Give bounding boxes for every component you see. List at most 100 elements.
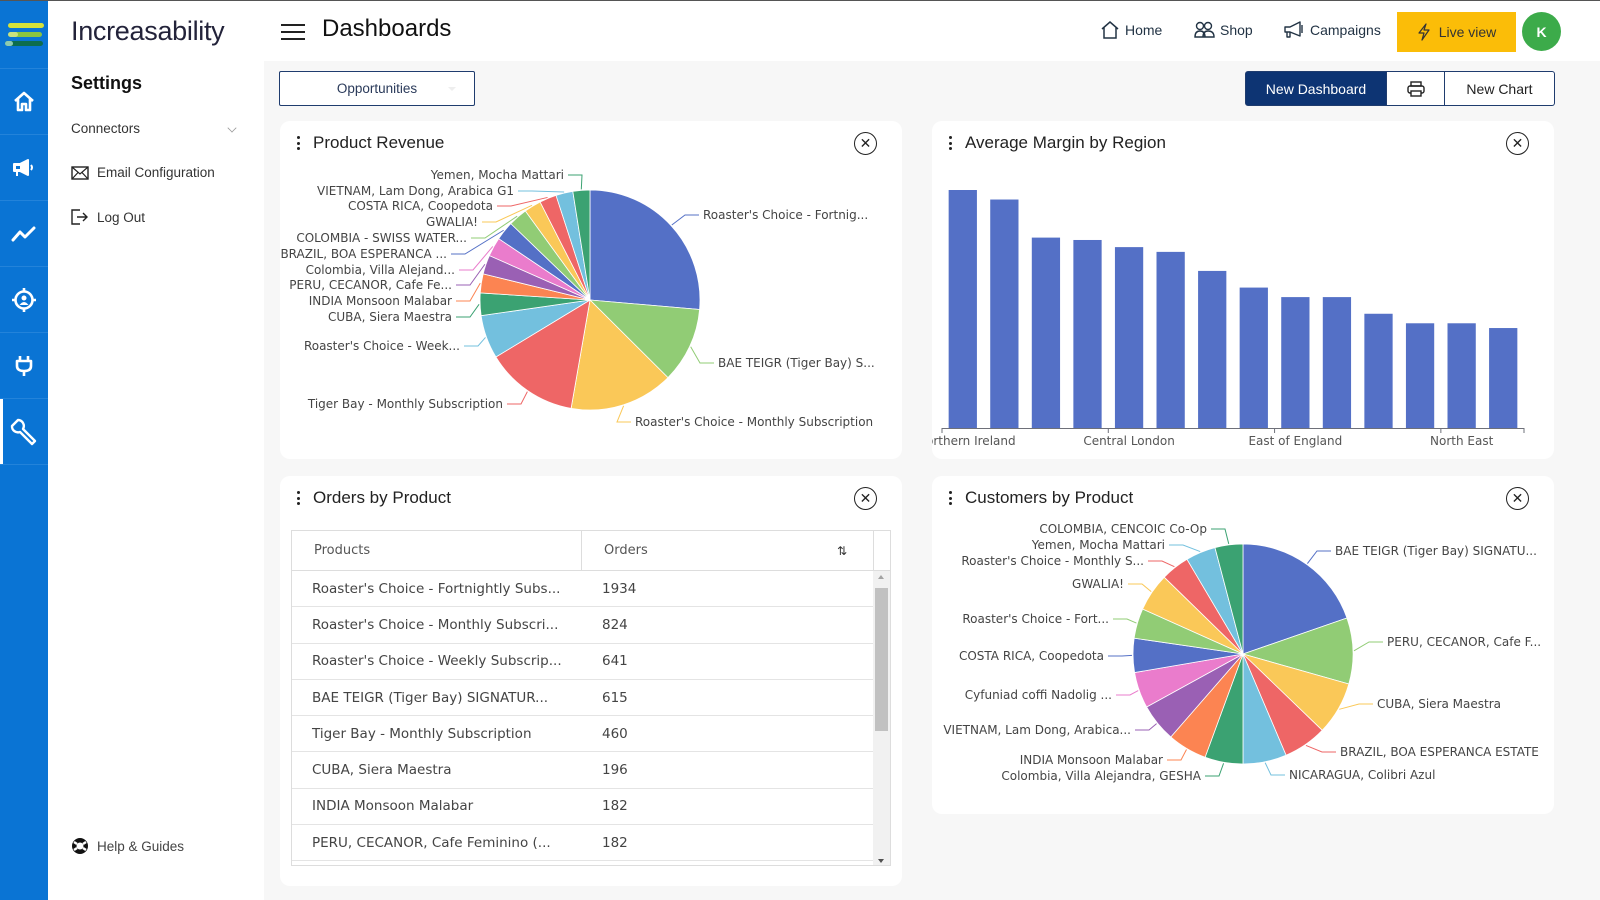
wrench-icon xyxy=(10,418,37,445)
pie-label: INDIA Monsoon Malabar xyxy=(1020,753,1163,767)
rail-item-analytics[interactable] xyxy=(0,201,48,267)
rail-item-settings[interactable] xyxy=(0,399,48,465)
pie-label: BAE TEIGR (Tiger Bay) S... xyxy=(718,356,875,370)
bar[interactable] xyxy=(1073,239,1102,428)
rail-item-connectors[interactable] xyxy=(0,333,48,399)
pie-label: COLOMBIA, CENCOIC Co-Op xyxy=(1039,522,1207,536)
product-cell: Tiger Bay - Monthly Subscription xyxy=(312,725,532,742)
bar[interactable] xyxy=(1447,323,1476,428)
home-icon xyxy=(14,91,34,111)
sidebar-item-label: Email Configuration xyxy=(97,165,215,180)
live-view-button[interactable]: Live view xyxy=(1397,12,1516,52)
pie-label-line xyxy=(1108,654,1133,657)
sidebar-item-email-configuration[interactable]: Email Configuration xyxy=(71,165,215,180)
orders-cell: 641 xyxy=(602,653,628,670)
scroll-up-icon[interactable] xyxy=(878,575,884,579)
pie-label: CUBA, Siera Maestra xyxy=(1377,697,1501,711)
card-orders-by-product: Orders by Product ✕ Products Orders ⇅ Ro… xyxy=(280,476,902,886)
bar[interactable] xyxy=(1405,323,1435,428)
pie-label-line xyxy=(1167,749,1187,761)
table-header: Products Orders ⇅ xyxy=(292,531,890,571)
print-button[interactable] xyxy=(1387,71,1445,106)
table-row[interactable]: Roaster's Choice - Fortnightly Subs... 19… xyxy=(292,571,874,608)
pie-label-line xyxy=(690,346,714,364)
column-header-products[interactable]: Products xyxy=(292,531,582,570)
bar[interactable] xyxy=(1198,270,1227,428)
x-tick-label: Central London xyxy=(1083,434,1175,448)
pie-label: Roaster's Choice - Monthly Subscription xyxy=(635,415,873,429)
nav-shop[interactable]: Shop xyxy=(1194,21,1253,38)
target-user-icon xyxy=(12,287,36,312)
bar[interactable] xyxy=(1281,297,1310,428)
table-row[interactable]: Roaster's Choice - Monthly Subscri... 824 xyxy=(292,607,874,644)
pie-label-line xyxy=(1305,744,1336,753)
pie-label-line xyxy=(456,282,481,302)
nav-home[interactable]: Home xyxy=(1100,21,1162,39)
hamburger-menu-icon[interactable] xyxy=(281,24,305,45)
logo-icon xyxy=(5,22,44,46)
scroll-down-icon[interactable] xyxy=(878,859,884,863)
pie-label: Yemen, Mocha Mattari xyxy=(1031,538,1165,552)
user-avatar[interactable]: K xyxy=(1522,12,1561,51)
product-cell: Roaster's Choice - Fortnightly Subs... xyxy=(312,580,561,597)
sidebar-heading: Settings xyxy=(71,73,143,93)
product-cell: Roaster's Choice - Monthly Subscri... xyxy=(312,616,559,633)
close-card-button[interactable]: ✕ xyxy=(854,487,877,510)
table-row[interactable]: CUBA, Siera Maestra 196 xyxy=(292,752,874,789)
help-guides-link[interactable]: Help & Guides xyxy=(71,837,184,855)
lightning-icon xyxy=(1418,23,1430,41)
new-chart-button[interactable]: New Chart xyxy=(1445,71,1555,106)
bar[interactable] xyxy=(1031,237,1061,428)
sort-icon[interactable]: ⇅ xyxy=(837,544,847,558)
product-cell: Roaster's Choice - Weekly Subscrip... xyxy=(312,653,562,670)
pie-label: COLOMBIA - SWISS WATER... xyxy=(296,231,467,245)
customers-pie-chart: BAE TEIGR (Tiger Bay) SIGNATU... PERU, CE… xyxy=(943,522,1541,783)
pie-label: PERU, CECANOR, Cafe F... xyxy=(1387,635,1541,649)
pie-label: BRAZIL, BOA ESPERANCA ... xyxy=(280,247,447,261)
pie-label-line xyxy=(456,304,480,318)
sidebar-item-connectors[interactable]: Connectors xyxy=(71,121,140,136)
bar[interactable] xyxy=(1322,297,1352,428)
x-tick-label: North East xyxy=(1430,434,1494,448)
sidebar-item-label: Connectors xyxy=(71,121,141,136)
rail-item-audience[interactable] xyxy=(0,267,48,333)
bar[interactable] xyxy=(990,199,1019,428)
table-scrollbar[interactable] xyxy=(873,571,890,865)
table-row[interactable]: Tiger Bay - Monthly Subscription 460 xyxy=(292,716,874,753)
bar[interactable] xyxy=(1364,313,1393,428)
pie-label-line xyxy=(1128,583,1152,592)
table-row[interactable]: BAE TEIGR (Tiger Bay) SIGNATUR... 615 xyxy=(292,680,874,717)
dashboard-select[interactable]: Opportunities xyxy=(279,71,475,106)
pie-label: VIETNAM, Lam Dong, Arabica G1 xyxy=(317,184,514,198)
pie-label: Roaster's Choice - Monthly S... xyxy=(961,554,1144,568)
pie-slice[interactable] xyxy=(589,189,701,310)
column-header-orders[interactable]: Orders ⇅ xyxy=(582,531,874,570)
bar[interactable] xyxy=(948,190,977,428)
orders-cell: 824 xyxy=(602,616,628,633)
pie-label: COSTA RICA, Coopedota xyxy=(959,649,1104,663)
card-menu-icon[interactable] xyxy=(296,491,300,505)
rail-item-home[interactable] xyxy=(0,69,48,135)
app-logo[interactable] xyxy=(0,1,48,69)
table-row[interactable]: INDIA Monsoon Malabar 182 xyxy=(292,789,874,826)
bar[interactable] xyxy=(1156,251,1185,428)
lifebuoy-icon xyxy=(72,838,88,854)
table-row[interactable]: PERU, CECANOR, Cafe Feminino (... 182 xyxy=(292,825,874,862)
chevron-down-icon[interactable] xyxy=(227,123,237,133)
scrollbar-thumb[interactable] xyxy=(875,588,888,731)
bar[interactable] xyxy=(1239,287,1268,428)
pie-label: Tiger Bay - Monthly Subscription xyxy=(307,397,503,411)
x-tick-label: orthern Ireland xyxy=(932,434,1016,448)
bar[interactable] xyxy=(1114,247,1144,428)
new-dashboard-button[interactable]: New Dashboard xyxy=(1245,71,1387,106)
sidebar-item-log-out[interactable]: Log Out xyxy=(71,209,145,225)
nav-campaigns[interactable]: Campaigns xyxy=(1283,21,1381,39)
pie-label-line xyxy=(1169,544,1201,553)
table-row[interactable]: Roaster's Choice - Weekly Subscrip... 641 xyxy=(292,644,874,680)
orders-cell: 1934 xyxy=(602,580,637,597)
orders-cell: 615 xyxy=(602,689,628,706)
users-icon xyxy=(1194,21,1215,38)
home-outline-icon xyxy=(1101,21,1119,39)
bar[interactable] xyxy=(1489,328,1518,428)
rail-item-campaigns[interactable] xyxy=(0,135,48,201)
